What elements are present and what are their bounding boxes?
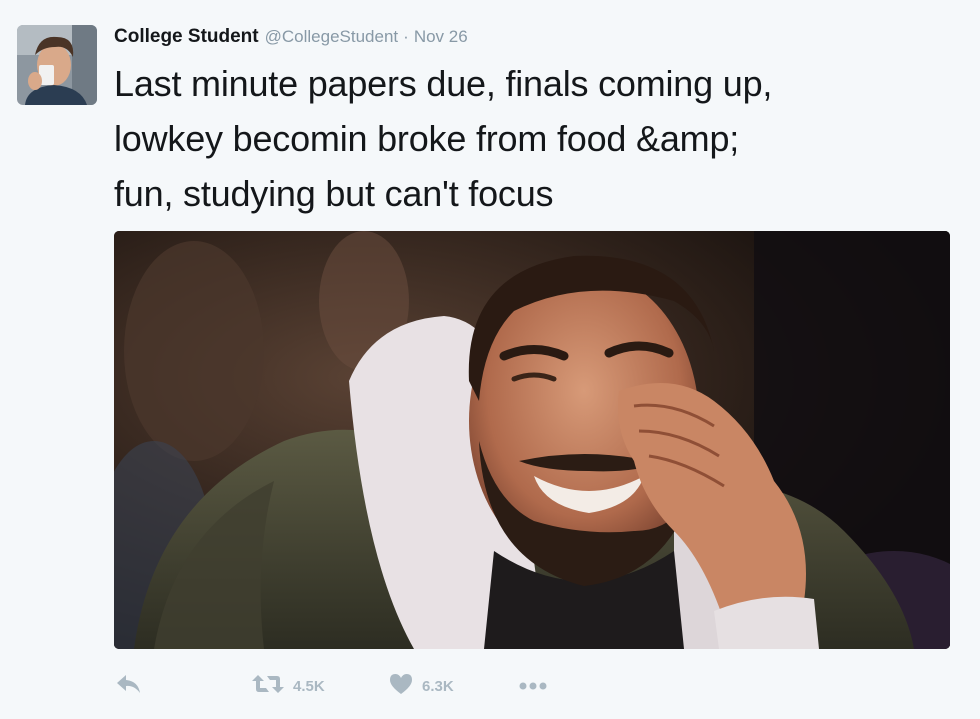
author-avatar[interactable]	[17, 25, 97, 105]
retweet-button[interactable]: 4.5K	[251, 673, 388, 699]
tweet-date[interactable]: Nov 26	[414, 27, 468, 47]
reply-button[interactable]	[114, 673, 251, 699]
retweet-count: 4.5K	[293, 677, 325, 695]
more-options-button[interactable]	[518, 678, 548, 695]
tweet-header: College Student @CollegeStudent · Nov 26	[114, 26, 468, 50]
tweet-text: Last minute papers due, finals coming up…	[114, 63, 773, 214]
author-handle[interactable]: @CollegeStudent	[265, 27, 399, 47]
like-button[interactable]: 6.3K	[388, 673, 518, 699]
heart-icon	[388, 673, 414, 699]
reply-arrow-icon	[114, 673, 142, 699]
header-separator: ·	[403, 27, 409, 46]
more-dots-icon	[518, 678, 548, 695]
tweet-actions: 4.5K 6.3K	[114, 668, 548, 704]
like-count: 6.3K	[422, 677, 454, 695]
tweet-card[interactable]: College Student @CollegeStudent · Nov 26…	[0, 0, 980, 719]
author-name[interactable]: College Student	[114, 26, 259, 48]
tweet-media-image[interactable]	[114, 231, 950, 649]
retweet-icon	[251, 673, 285, 699]
